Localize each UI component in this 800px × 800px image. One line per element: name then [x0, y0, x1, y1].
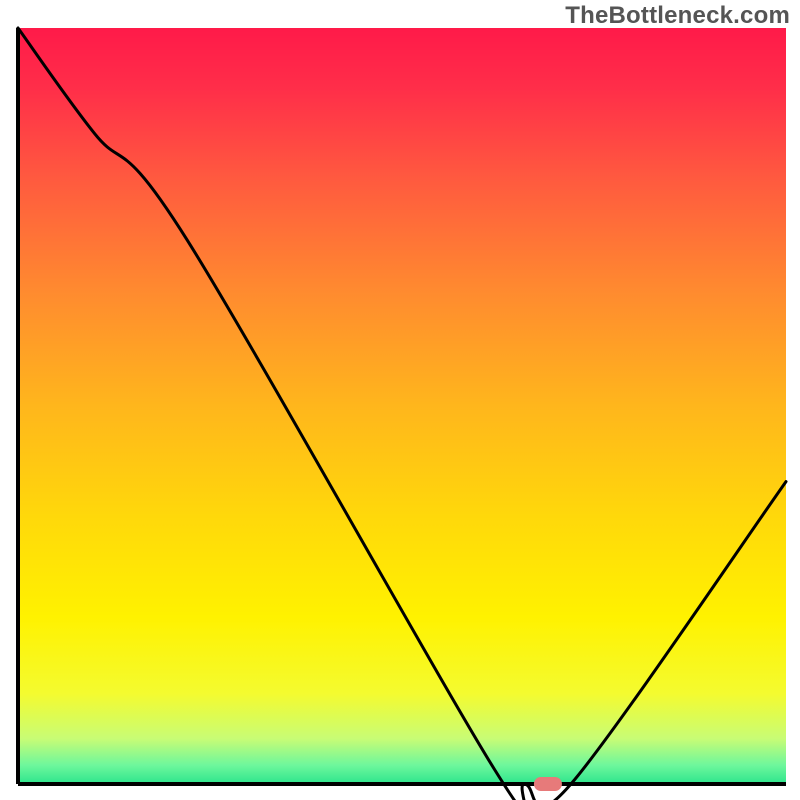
optimal-marker [534, 777, 562, 791]
chart-container: TheBottleneck.com [0, 0, 800, 800]
plot-background [18, 28, 786, 784]
bottleneck-chart [0, 0, 800, 800]
watermark-label: TheBottleneck.com [565, 2, 790, 30]
